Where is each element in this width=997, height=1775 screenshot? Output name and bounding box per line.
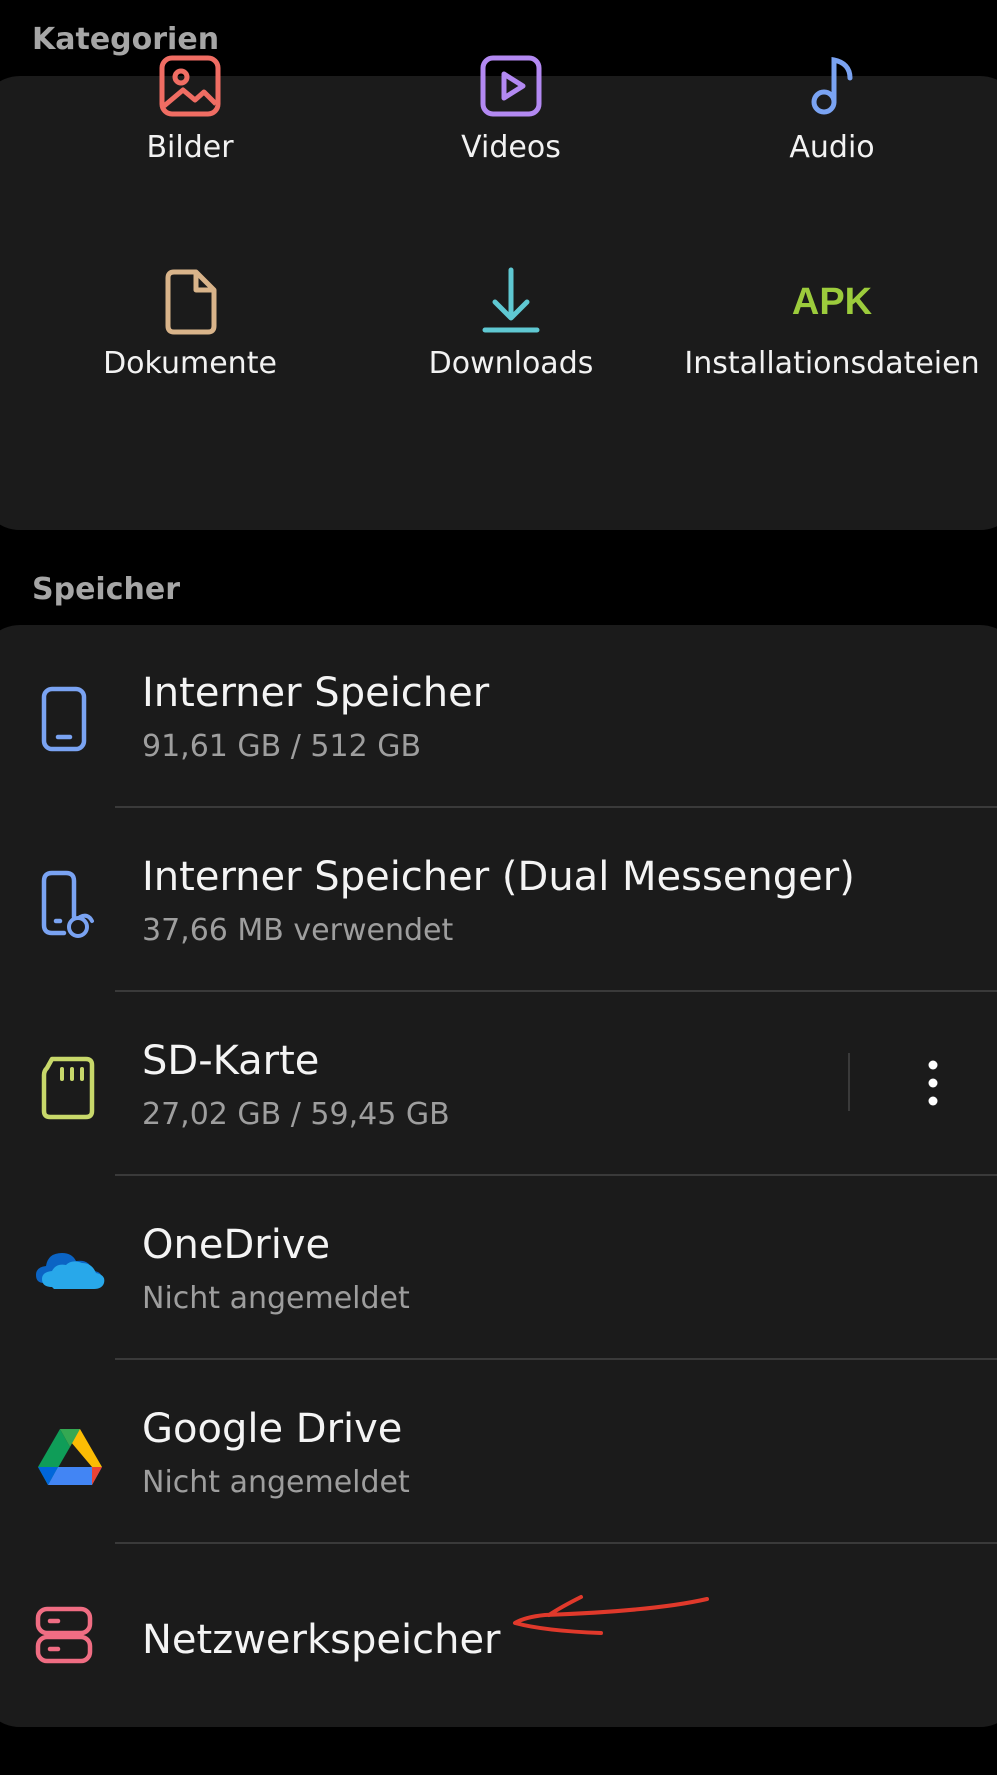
storage-usage: 91,61 GB / 512 GB xyxy=(142,729,422,764)
google-drive-icon xyxy=(30,1413,110,1493)
divider xyxy=(115,990,997,992)
more-vertical-icon xyxy=(928,1060,938,1106)
storage-title: OneDrive xyxy=(142,1222,331,1268)
apk-icon-text: APK xyxy=(792,281,872,323)
divider xyxy=(115,1542,997,1544)
vertical-separator xyxy=(848,1053,850,1111)
storage-title: Netzwerkspeicher xyxy=(142,1617,501,1663)
more-options-button[interactable] xyxy=(905,1055,961,1111)
phone-icon xyxy=(30,677,110,757)
category-label: Installationsdateien xyxy=(684,346,980,381)
category-label: Dokumente xyxy=(103,346,277,381)
onedrive-icon xyxy=(30,1229,110,1309)
divider xyxy=(115,1358,997,1360)
storage-item-dual-messenger[interactable]: Interner Speicher (Dual Messenger) 37,66… xyxy=(20,809,997,993)
category-installation-files[interactable]: APK Installationsdateien xyxy=(672,0,992,381)
sd-card-icon xyxy=(30,1045,110,1125)
apk-icon: APK xyxy=(792,262,873,342)
storage-usage: Nicht angemeldet xyxy=(142,1465,410,1500)
category-downloads[interactable]: Downloads xyxy=(351,0,671,381)
category-label: Downloads xyxy=(428,346,594,381)
storage-title: SD-Karte xyxy=(142,1038,320,1084)
divider xyxy=(115,1174,997,1176)
download-icon xyxy=(471,262,551,342)
storage-usage: Nicht angemeldet xyxy=(142,1281,410,1316)
storage-usage: 37,66 MB verwendet xyxy=(142,913,454,948)
red-arrow-annotation xyxy=(505,1585,715,1645)
storage-item-onedrive[interactable]: OneDrive Nicht angemeldet xyxy=(20,1177,997,1361)
storage-item-sd-card[interactable]: SD-Karte 27,02 GB / 59,45 GB xyxy=(20,993,997,1177)
storage-title: Google Drive xyxy=(142,1406,403,1452)
storage-item-google-drive[interactable]: Google Drive Nicht angemeldet xyxy=(20,1361,997,1545)
network-storage-icon xyxy=(30,1595,110,1675)
storage-section-title: Speicher xyxy=(32,572,180,607)
storage-item-internal[interactable]: Interner Speicher 91,61 GB / 512 GB xyxy=(20,625,997,809)
document-icon xyxy=(150,262,230,342)
category-documents[interactable]: Dokumente xyxy=(30,0,350,381)
storage-usage: 27,02 GB / 59,45 GB xyxy=(142,1097,450,1132)
storage-title: Interner Speicher (Dual Messenger) xyxy=(142,854,855,900)
divider xyxy=(115,806,997,808)
dual-messenger-phone-icon xyxy=(30,861,110,941)
storage-title: Interner Speicher xyxy=(142,670,490,716)
